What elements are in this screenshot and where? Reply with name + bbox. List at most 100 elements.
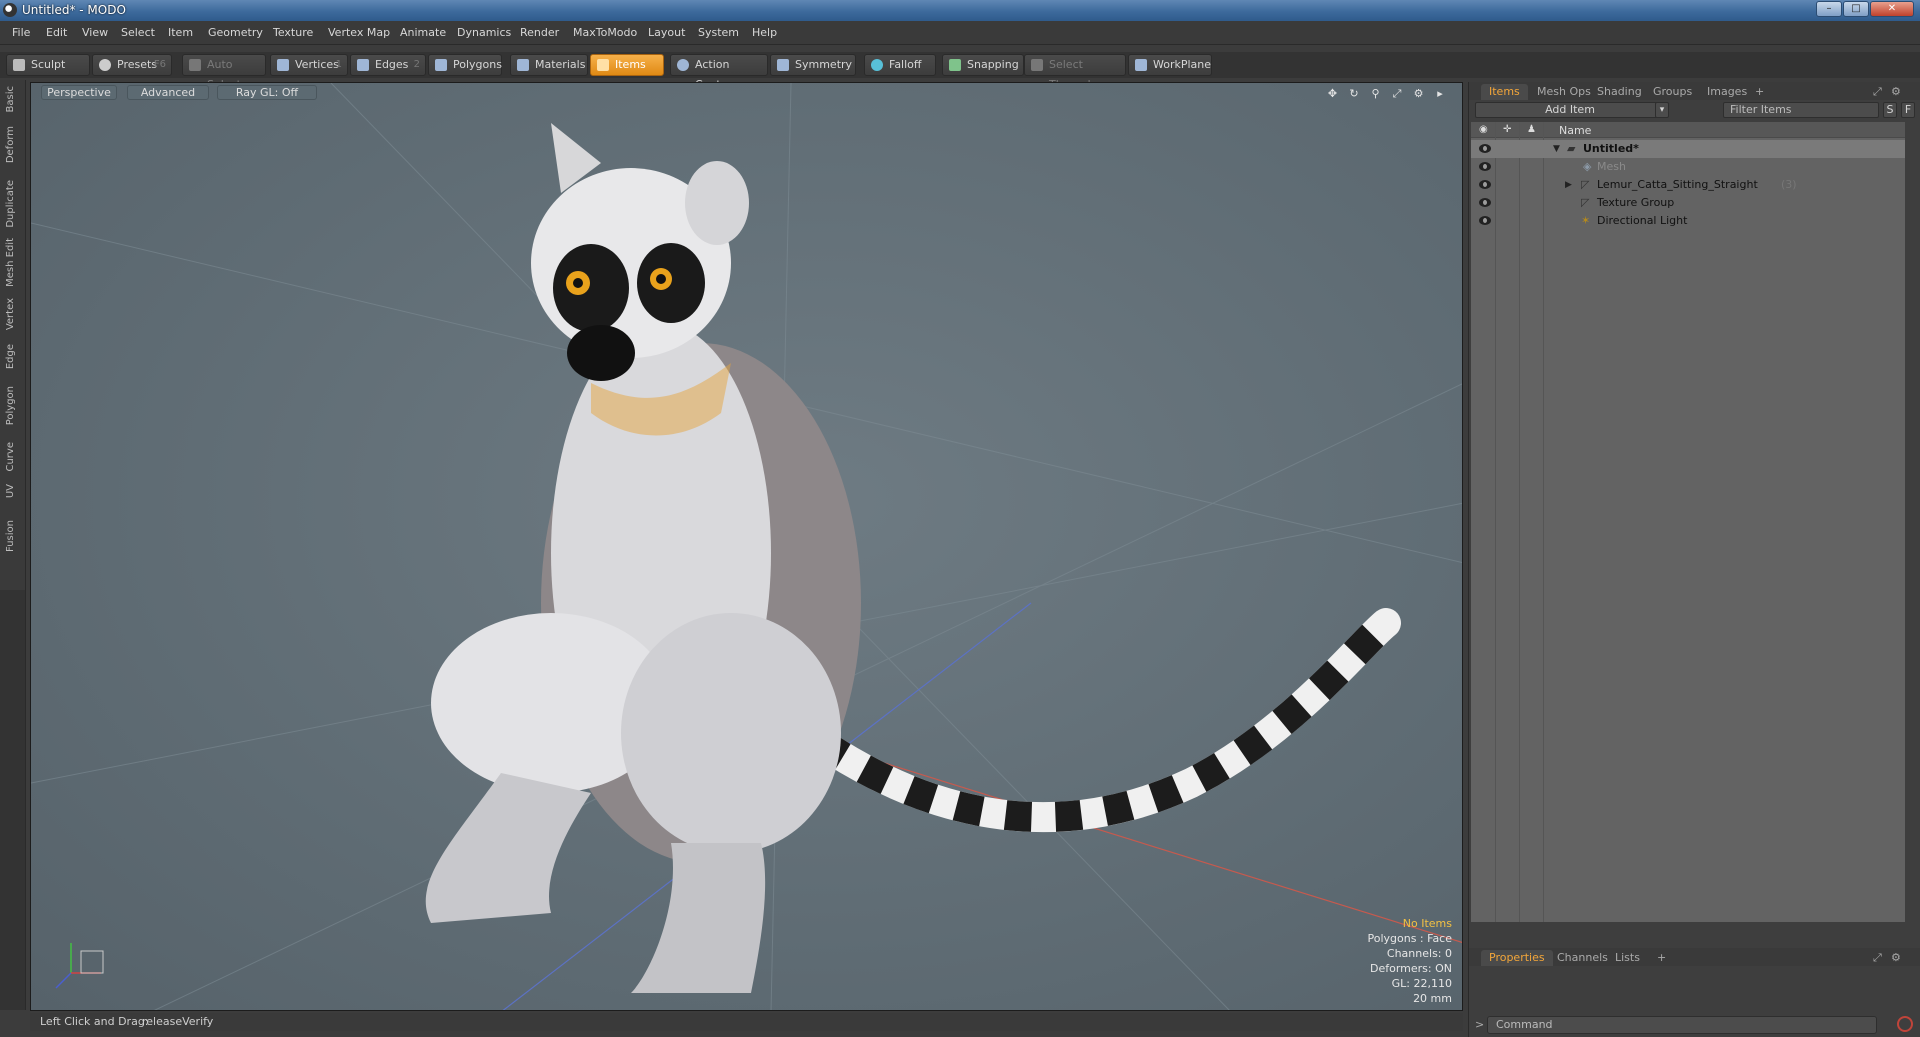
viewport-expand-icon[interactable]: ▸ bbox=[1434, 88, 1446, 100]
tree-row-lemur[interactable]: ▶ ◸ Lemur_Catta_Sitting_Straight (3) bbox=[1471, 176, 1905, 194]
minimize-button[interactable]: – bbox=[1816, 1, 1842, 17]
expand-arrow-icon[interactable]: ▶ bbox=[1565, 176, 1572, 194]
tree-row-scene[interactable]: ▼ ▰ Untitled* bbox=[1471, 140, 1905, 158]
menu-item[interactable]: Item bbox=[168, 26, 193, 39]
select-through-button[interactable]: Select Through bbox=[1024, 54, 1126, 91]
scene-render[interactable] bbox=[31, 83, 1463, 1011]
workplane-button[interactable]: WorkPlane bbox=[1128, 54, 1212, 76]
add-tab-icon[interactable]: + bbox=[1747, 84, 1772, 100]
sculpt-button[interactable]: Sculpt bbox=[6, 54, 90, 76]
command-input[interactable]: Command bbox=[1487, 1016, 1877, 1034]
tab-polygon[interactable]: Polygon bbox=[5, 386, 16, 425]
record-icon[interactable] bbox=[1897, 1016, 1913, 1032]
auto-select-button[interactable]: Auto Select bbox=[182, 54, 266, 91]
viewport-settings-icon[interactable]: ⚙ bbox=[1413, 88, 1425, 100]
add-tab-icon[interactable]: + bbox=[1649, 950, 1674, 966]
tab-fusion[interactable]: Fusion bbox=[5, 520, 16, 552]
menu-vertex-map[interactable]: Vertex Map bbox=[328, 26, 390, 39]
render-column-icon: ♟ bbox=[1527, 124, 1536, 135]
symmetry-button[interactable]: Symmetry bbox=[770, 54, 856, 76]
maximize-button[interactable]: □ bbox=[1843, 1, 1869, 17]
tab-vertex[interactable]: Vertex bbox=[5, 298, 16, 330]
menu-system[interactable]: System bbox=[698, 26, 739, 39]
tab-items[interactable]: Items bbox=[1481, 84, 1528, 100]
action-center-button[interactable]: Action Center bbox=[670, 54, 768, 91]
tab-deform[interactable]: Deform bbox=[5, 126, 16, 163]
lock-column-icon: ✛ bbox=[1503, 124, 1512, 135]
materials-button[interactable]: Materials bbox=[510, 54, 588, 76]
menu-file[interactable]: File bbox=[12, 26, 30, 39]
rotate-view-icon[interactable]: ↻ bbox=[1348, 88, 1360, 100]
ray-gl-toggle[interactable]: Ray GL: Off bbox=[217, 85, 317, 100]
tab-groups[interactable]: Groups bbox=[1645, 84, 1700, 100]
add-item-dropdown[interactable]: Add Item bbox=[1475, 102, 1665, 118]
menu-help[interactable]: Help bbox=[752, 26, 777, 39]
filter-s-button[interactable]: S bbox=[1883, 102, 1897, 118]
visibility-eye-icon[interactable] bbox=[1479, 162, 1491, 171]
panel-settings-icon[interactable]: ⚙ bbox=[1891, 950, 1901, 966]
visibility-eye-icon[interactable] bbox=[1479, 144, 1491, 153]
zoom-view-icon[interactable]: ⚲ bbox=[1370, 88, 1382, 100]
menu-animate[interactable]: Animate bbox=[400, 26, 446, 39]
expand-arrow-icon[interactable]: ▼ bbox=[1553, 140, 1560, 158]
shading-mode-dropdown[interactable]: Advanced bbox=[127, 85, 209, 100]
tree-row-directional-light[interactable]: ✶ Directional Light bbox=[1471, 212, 1905, 230]
filter-f-button[interactable]: F bbox=[1901, 102, 1915, 118]
panel-expand-icon[interactable]: ⤢ bbox=[1873, 950, 1882, 966]
tab-lists[interactable]: Lists bbox=[1607, 950, 1648, 966]
menu-layout[interactable]: Layout bbox=[648, 26, 685, 39]
item-tree[interactable]: ◉ ✛ ♟ Name ▼ ▰ Untitled* ◈ Mesh ▶ ◸ Lemu… bbox=[1471, 122, 1905, 922]
menu-view[interactable]: View bbox=[82, 26, 108, 39]
vertices-icon bbox=[277, 59, 289, 71]
edges-hotkey: 2 bbox=[413, 59, 420, 70]
fit-view-icon[interactable]: ⤢ bbox=[1391, 88, 1403, 100]
tree-row-mesh[interactable]: ◈ Mesh bbox=[1471, 158, 1905, 176]
tab-curve[interactable]: Curve bbox=[5, 442, 16, 472]
close-button[interactable]: ✕ bbox=[1870, 1, 1914, 17]
tab-uv[interactable]: UV bbox=[5, 484, 16, 498]
status-hint-value: releaseVerify bbox=[142, 1015, 214, 1028]
presets-label: Presets bbox=[117, 58, 158, 71]
viewport-info: No Items Polygons : Face Channels: 0 Def… bbox=[1367, 916, 1452, 1006]
status-bar: Left Click and Drag: releaseVerify bbox=[30, 1013, 1463, 1031]
main-toolbar: Sculpt PresetsF6 Auto Select Vertices1 E… bbox=[0, 52, 1920, 91]
visibility-eye-icon[interactable] bbox=[1479, 216, 1491, 225]
tab-basic[interactable]: Basic bbox=[5, 86, 16, 112]
edges-button[interactable]: Edges 2 bbox=[350, 54, 426, 76]
menu-geometry[interactable]: Geometry bbox=[208, 26, 263, 39]
chevron-down-icon[interactable]: ▾ bbox=[1655, 102, 1669, 118]
move-view-icon[interactable]: ✥ bbox=[1327, 88, 1339, 100]
menu-render[interactable]: Render bbox=[520, 26, 559, 39]
visibility-eye-icon[interactable] bbox=[1479, 198, 1491, 207]
tab-shading[interactable]: Shading bbox=[1589, 84, 1650, 100]
tab-channels[interactable]: Channels bbox=[1549, 950, 1616, 966]
vertices-button[interactable]: Vertices 1 bbox=[270, 54, 348, 76]
snapping-icon bbox=[949, 59, 961, 71]
menu-dynamics[interactable]: Dynamics bbox=[457, 26, 511, 39]
menu-select[interactable]: Select bbox=[121, 26, 155, 39]
snapping-button[interactable]: Snapping bbox=[942, 54, 1024, 76]
panel-settings-icon[interactable]: ⚙ bbox=[1891, 84, 1901, 100]
items-button[interactable]: Items bbox=[590, 54, 664, 76]
presets-icon bbox=[99, 59, 111, 71]
view-type-dropdown[interactable]: Perspective bbox=[41, 85, 117, 100]
symmetry-icon bbox=[777, 59, 789, 71]
3d-viewport[interactable]: Perspective Advanced Ray GL: Off ✥ ↻ ⚲ ⤢… bbox=[30, 82, 1463, 1011]
auto-select-icon bbox=[189, 59, 201, 71]
visibility-eye-icon[interactable] bbox=[1479, 180, 1491, 189]
tab-properties[interactable]: Properties bbox=[1481, 950, 1553, 966]
tab-duplicate[interactable]: Duplicate bbox=[5, 180, 16, 228]
menu-texture[interactable]: Texture bbox=[273, 26, 313, 39]
selection-info: No Items bbox=[1402, 917, 1452, 930]
falloff-button[interactable]: Falloff bbox=[864, 54, 936, 76]
polygons-button[interactable]: Polygons bbox=[428, 54, 502, 76]
tab-mesh-edit[interactable]: Mesh Edit bbox=[5, 238, 16, 287]
panel-expand-icon[interactable]: ⤢ bbox=[1873, 84, 1882, 100]
tree-row-texture-group[interactable]: ◸ Texture Group bbox=[1471, 194, 1905, 212]
menu-edit[interactable]: Edit bbox=[46, 26, 67, 39]
presets-button[interactable]: Presets F6 bbox=[92, 54, 172, 76]
tab-edge[interactable]: Edge bbox=[5, 344, 16, 369]
viewport-header: Perspective Advanced Ray GL: Off ✥ ↻ ⚲ ⤢… bbox=[31, 83, 1462, 103]
menu-maxtomodo[interactable]: MaxToModo bbox=[573, 26, 637, 39]
filter-items-input[interactable]: Filter Items bbox=[1723, 102, 1879, 118]
